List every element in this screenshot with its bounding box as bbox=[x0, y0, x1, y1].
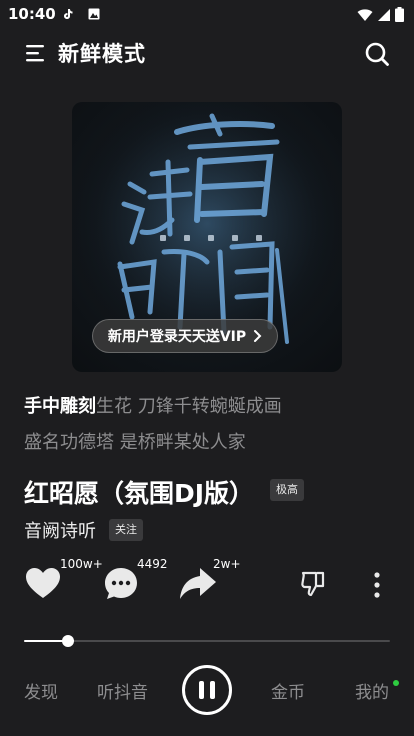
pause-icon-bar-left bbox=[199, 681, 204, 699]
album-cover[interactable]: 新用户登录天天送VIP bbox=[72, 102, 342, 372]
pause-icon-bar-right bbox=[210, 681, 215, 699]
nav-mine[interactable]: 我的 bbox=[355, 678, 389, 703]
progress-thumb[interactable] bbox=[61, 635, 74, 647]
vip-promo-label: 新用户登录天天送VIP bbox=[107, 329, 247, 345]
like-count: 100w+ bbox=[60, 557, 103, 571]
comment-count: 4492 bbox=[137, 557, 168, 571]
like-icon[interactable] bbox=[24, 566, 62, 600]
vip-promo-button[interactable]: 新用户登录天天送VIP bbox=[92, 319, 278, 353]
nav-discover[interactable]: 发现 bbox=[24, 678, 58, 703]
image-icon bbox=[88, 8, 100, 20]
lyric-rest: 生花 刀锋千转蜿蜒成画 bbox=[96, 396, 282, 417]
follow-button[interactable]: 关注 bbox=[109, 519, 143, 541]
header: 新鲜模式 bbox=[0, 30, 414, 76]
search-icon[interactable] bbox=[364, 41, 390, 67]
share-count: 2w+ bbox=[213, 557, 241, 571]
lyric-line-current: 手中雕刻生花 刀锋千转蜿蜒成画 bbox=[24, 392, 282, 418]
tiktok-icon bbox=[64, 9, 73, 19]
signal-icon bbox=[378, 8, 390, 21]
chevron-right-icon bbox=[254, 330, 262, 342]
quality-badge[interactable]: 极高 bbox=[270, 479, 304, 501]
progress-bar[interactable] bbox=[24, 635, 390, 647]
status-bar: 10:40 bbox=[0, 0, 414, 30]
artist-name[interactable]: 音阙诗听 bbox=[24, 517, 96, 543]
dislike-icon[interactable] bbox=[300, 570, 326, 598]
share-icon[interactable] bbox=[178, 566, 218, 602]
lyric-highlight: 手中雕刻 bbox=[24, 396, 96, 417]
wifi-icon bbox=[357, 8, 373, 21]
more-icon[interactable] bbox=[370, 571, 384, 599]
pause-button[interactable] bbox=[182, 665, 232, 715]
battery-icon bbox=[395, 7, 404, 22]
status-time: 10:40 bbox=[8, 5, 56, 23]
status-icons bbox=[357, 7, 404, 22]
menu-icon[interactable] bbox=[24, 42, 48, 64]
page-title: 新鲜模式 bbox=[58, 42, 146, 66]
nav-listen-douyin[interactable]: 听抖音 bbox=[97, 678, 148, 703]
notification-dot bbox=[393, 680, 399, 686]
lyric-line-next: 盛名功德塔 是桥畔某处人家 bbox=[24, 432, 246, 453]
comment-icon[interactable] bbox=[103, 566, 139, 602]
song-title: 红昭愿（氛围DJ版） bbox=[24, 479, 255, 508]
nav-coins[interactable]: 金币 bbox=[271, 678, 305, 703]
